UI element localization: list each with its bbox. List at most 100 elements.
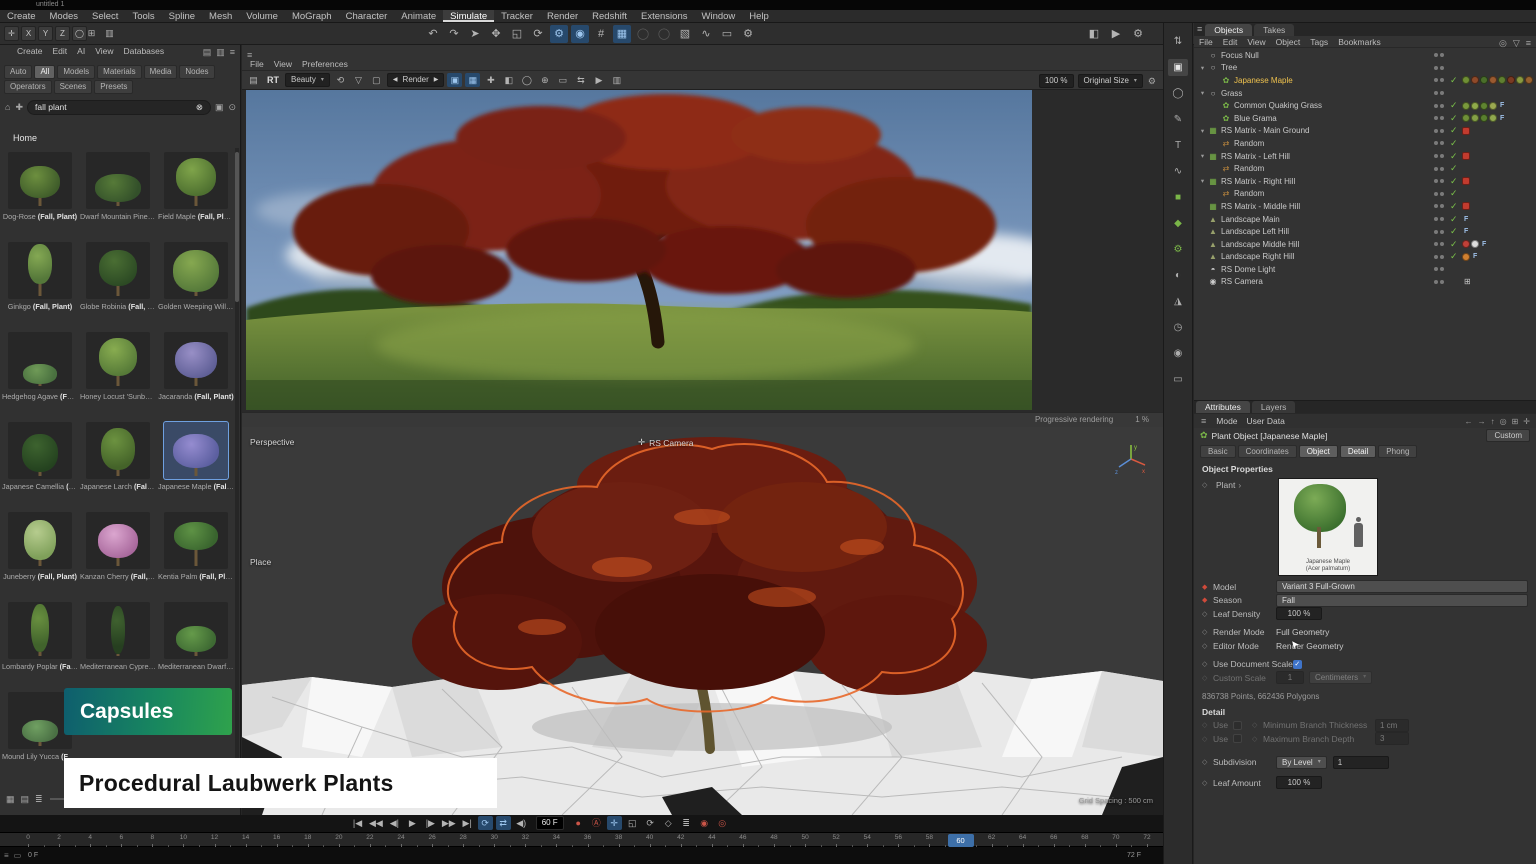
- record-position-button[interactable]: ✛: [607, 816, 622, 830]
- pingpong-button[interactable]: ⇄: [496, 816, 511, 830]
- viewport-layout-icon[interactable]: ⊞: [84, 26, 99, 40]
- object-row-japanese-maple[interactable]: ✿Japanese Maple✓F: [1194, 74, 1536, 87]
- material-tag-icon[interactable]: [1489, 76, 1497, 84]
- param-diamond-icon[interactable]: ◇: [1202, 758, 1213, 766]
- material-tag-icon[interactable]: [1462, 114, 1470, 122]
- record-scale-button[interactable]: ◱: [625, 816, 640, 830]
- tab-objects[interactable]: Objects: [1205, 24, 1252, 36]
- record-rotation-button[interactable]: ⟳: [643, 816, 658, 830]
- modifier-icon[interactable]: ⚙: [739, 25, 757, 43]
- redshift-material-icon[interactable]: [1462, 177, 1470, 185]
- rt-toggle[interactable]: RT: [264, 75, 282, 85]
- category-tab-presets[interactable]: Presets: [94, 80, 133, 94]
- object-row-rs-matrix-left-hill[interactable]: ▾▦RS Matrix - Left Hill✓: [1194, 150, 1536, 163]
- target-icon[interactable]: ⊕: [537, 73, 552, 87]
- current-frame-field[interactable]: 60 F: [536, 816, 564, 830]
- menu-render[interactable]: Render: [540, 10, 585, 22]
- om-menu-tags[interactable]: Tags: [1305, 36, 1333, 47]
- crop-icon[interactable]: ▭: [555, 73, 570, 87]
- enabled-check-icon[interactable]: ✓: [1450, 151, 1458, 162]
- search-input[interactable]: fall plant ⊗: [27, 100, 211, 115]
- render-view-icon[interactable]: ◧: [1085, 25, 1103, 43]
- redshift-material-icon[interactable]: [1462, 127, 1470, 135]
- tag-icons[interactable]: F: [1462, 228, 1468, 235]
- menu-modes[interactable]: Modes: [43, 10, 86, 22]
- play-button[interactable]: ▶: [405, 816, 420, 830]
- enabled-check-icon[interactable]: ✓: [1450, 113, 1458, 124]
- x-axis-lock[interactable]: X: [21, 26, 36, 41]
- tab-attributes[interactable]: Attributes: [1196, 401, 1250, 413]
- om-menu-file[interactable]: File: [1194, 36, 1218, 47]
- visibility-toggles[interactable]: [1434, 104, 1444, 108]
- om-menu-bookmarks[interactable]: Bookmarks: [1333, 36, 1386, 47]
- param-diamond-icon[interactable]: ◇: [1202, 779, 1213, 787]
- deformer-icon[interactable]: ⚙: [1168, 241, 1188, 258]
- object-row-rs-camera[interactable]: ◉RS Camera⊞: [1194, 276, 1536, 289]
- capsule-icon[interactable]: ▭: [718, 25, 736, 43]
- tag-icons[interactable]: F: [1462, 76, 1536, 84]
- rotate-icon[interactable]: ⟳: [529, 25, 547, 43]
- spline-tool-icon[interactable]: ∿: [1168, 163, 1188, 180]
- render-icon[interactable]: ▶: [1107, 25, 1125, 43]
- plant-preview[interactable]: Japanese Maple (Acer palmatum): [1278, 478, 1378, 576]
- breadcrumb[interactable]: Home: [13, 133, 37, 143]
- model-select[interactable]: Variant 3 Full-Grown: [1276, 580, 1528, 593]
- record-param-button[interactable]: ◇: [661, 816, 676, 830]
- min-branch-checkbox[interactable]: [1233, 721, 1242, 730]
- filter-tab-models[interactable]: Models: [57, 65, 95, 79]
- visibility-toggles[interactable]: [1434, 242, 1444, 246]
- tag-icons[interactable]: F: [1462, 216, 1468, 223]
- render-settings-icon[interactable]: ⚙: [1129, 25, 1147, 43]
- visibility-toggles[interactable]: [1434, 280, 1444, 284]
- enabled-check-icon[interactable]: ✓: [1450, 251, 1458, 262]
- parent-icon[interactable]: ↑: [1491, 417, 1495, 426]
- axis-lock-icon[interactable]: ✛: [4, 26, 19, 41]
- next-frame-button[interactable]: |▶: [423, 816, 438, 830]
- detail-view-icon[interactable]: ▤: [20, 792, 31, 806]
- material-tag-icon[interactable]: [1480, 102, 1488, 110]
- menu-tools[interactable]: Tools: [125, 10, 161, 22]
- subdivision-mode-select[interactable]: By Level▾: [1276, 756, 1327, 769]
- param-diamond-icon[interactable]: ◇: [1202, 642, 1213, 650]
- visibility-toggles[interactable]: [1434, 78, 1444, 82]
- mode-label[interactable]: Mode: [1216, 416, 1237, 426]
- quantize-icon[interactable]: ▦: [613, 25, 631, 43]
- pan-view-icon[interactable]: ⇅: [1168, 33, 1188, 50]
- tab-layers[interactable]: Layers: [1252, 401, 1296, 413]
- object-row-tree[interactable]: ▾○Tree: [1194, 62, 1536, 75]
- param-diamond-icon[interactable]: ◇: [1202, 610, 1213, 618]
- pin-icon[interactable]: ⊙: [227, 100, 237, 114]
- material-tag-icon[interactable]: [1507, 76, 1515, 84]
- menu-create[interactable]: Create: [0, 10, 43, 22]
- object-row-grass[interactable]: ▾○Grass: [1194, 87, 1536, 100]
- render-channel-stepper[interactable]: ◀Render▶: [387, 73, 445, 87]
- home-icon[interactable]: ⌂: [4, 100, 11, 114]
- enabled-check-icon[interactable]: ✓: [1450, 100, 1458, 111]
- rope-icon[interactable]: ∿: [697, 25, 715, 43]
- ab-menu-ai[interactable]: AI: [72, 45, 90, 58]
- sound-button[interactable]: ◀): [514, 816, 529, 830]
- visibility-toggles[interactable]: [1434, 255, 1444, 259]
- asset-ginkgo[interactable]: Ginkgo (Fall, Plant): [1, 238, 79, 328]
- object-row-random[interactable]: ⇄Random✓: [1194, 137, 1536, 150]
- menu-help[interactable]: Help: [742, 10, 776, 22]
- filter-tab-auto[interactable]: Auto: [4, 65, 32, 79]
- object-row-common-quaking-grass[interactable]: ✿Common Quaking Grass✓F: [1194, 99, 1536, 112]
- add-icon[interactable]: ✚: [14, 100, 24, 114]
- enabled-check-icon[interactable]: ✓: [1450, 239, 1458, 250]
- z-axis-lock[interactable]: Z: [55, 26, 70, 41]
- keyframe-dot-icon[interactable]: ◆: [1202, 583, 1213, 591]
- use-document-scale-checkbox[interactable]: ✓: [1293, 660, 1302, 669]
- custom-button[interactable]: Custom: [1486, 429, 1530, 442]
- grid-icon[interactable]: ▦: [465, 73, 480, 87]
- move-icon[interactable]: ✥: [487, 25, 505, 43]
- object-row-landscape-main[interactable]: ▲Landscape Main✓F: [1194, 213, 1536, 226]
- redshift-material-icon[interactable]: [1462, 202, 1470, 210]
- render-pass-select[interactable]: Beauty▾: [285, 73, 330, 87]
- search-icon[interactable]: ◎: [1500, 417, 1507, 426]
- object-row-rs-matrix-middle-hill[interactable]: ▦RS Matrix - Middle Hill✓: [1194, 200, 1536, 213]
- record-button[interactable]: ●: [571, 816, 586, 830]
- object-row-landscape-right-hill[interactable]: ▲Landscape Right Hill✓F: [1194, 251, 1536, 264]
- field-tag-icon[interactable]: F: [1464, 216, 1468, 223]
- visibility-toggles[interactable]: [1434, 192, 1444, 196]
